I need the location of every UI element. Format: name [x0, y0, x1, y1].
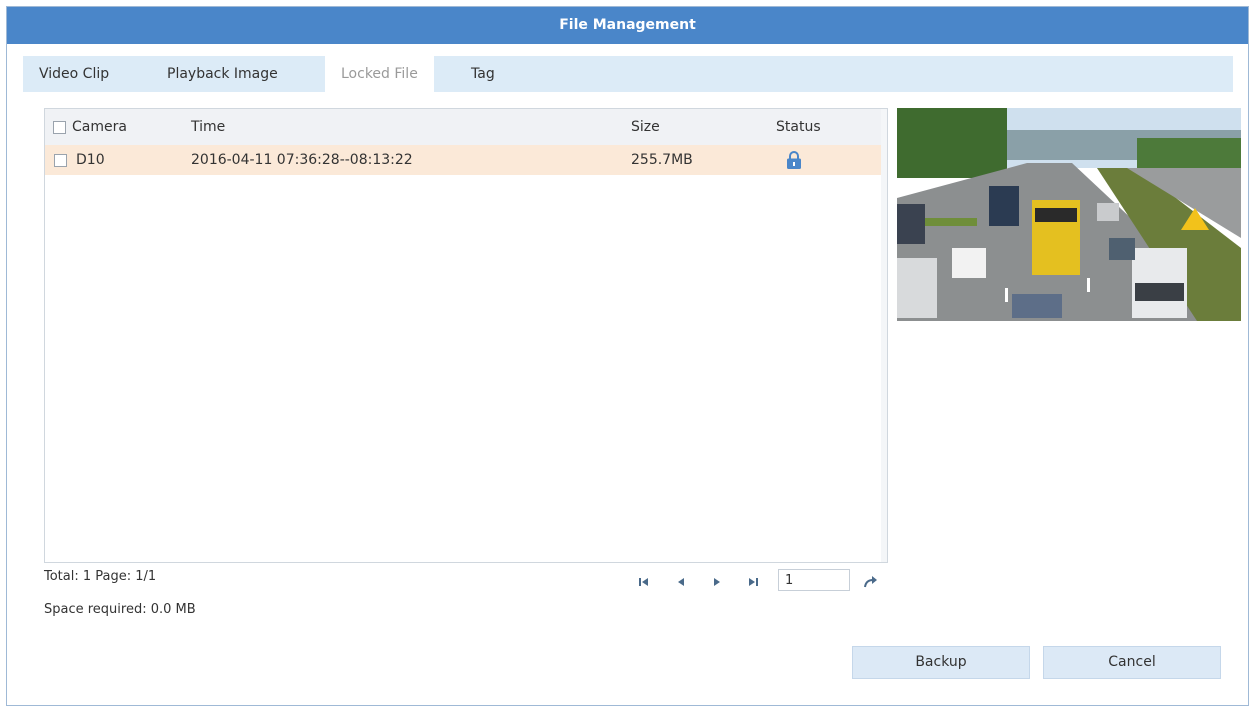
cell-size: 255.7MB	[631, 152, 693, 168]
cancel-button[interactable]: Cancel	[1043, 646, 1221, 679]
page-number-input[interactable]	[778, 569, 850, 591]
column-header-time[interactable]: Time	[191, 109, 225, 145]
go-to-page-icon[interactable]	[862, 571, 880, 593]
table-row[interactable]: D10 2016-04-11 07:36:28--08:13:22 255.7M…	[45, 145, 881, 175]
next-page-icon[interactable]	[707, 571, 725, 593]
tab-locked-file[interactable]: Locked File	[325, 56, 434, 92]
cell-camera: D10	[76, 152, 105, 168]
first-page-icon[interactable]	[635, 571, 653, 593]
tab-playback-image[interactable]: Playback Image	[151, 56, 294, 92]
dialog-title: File Management	[7, 7, 1248, 44]
backup-button[interactable]: Backup	[852, 646, 1030, 679]
tab-tag[interactable]: Tag	[455, 56, 511, 92]
column-header-status[interactable]: Status	[776, 109, 821, 145]
cell-time: 2016-04-11 07:36:28--08:13:22	[191, 152, 413, 168]
file-management-dialog: File Management Video Clip Playback Imag…	[6, 6, 1249, 706]
list-scrollbar[interactable]	[881, 109, 887, 562]
last-page-icon[interactable]	[744, 571, 762, 593]
file-list: Camera Time Size Status D10 2016-04-11 0…	[44, 108, 888, 563]
column-header-size[interactable]: Size	[631, 109, 660, 145]
select-all-checkbox[interactable]	[53, 121, 66, 134]
previous-page-icon[interactable]	[672, 571, 690, 593]
tab-video-clip[interactable]: Video Clip	[23, 56, 125, 92]
space-required-text: Space required: 0.0 MB	[44, 602, 196, 617]
column-header-camera[interactable]: Camera	[72, 109, 127, 145]
list-header: Camera Time Size Status	[45, 109, 881, 145]
lock-icon[interactable]	[786, 150, 802, 170]
row-checkbox[interactable]	[54, 154, 67, 167]
total-page-text: Total: 1 Page: 1/1	[44, 569, 157, 584]
preview-image	[897, 108, 1241, 321]
tab-bar: Video Clip Playback Image Locked File Ta…	[23, 56, 1233, 92]
